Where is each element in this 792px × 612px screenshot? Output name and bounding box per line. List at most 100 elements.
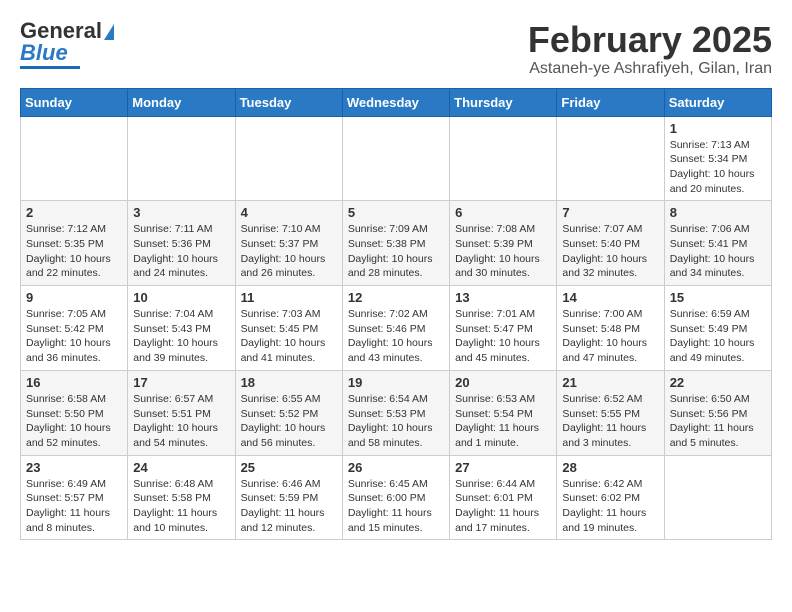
calendar-cell: [235, 116, 342, 201]
day-number: 10: [133, 290, 229, 305]
calendar-cell: [21, 116, 128, 201]
day-info: Sunrise: 7:05 AM Sunset: 5:42 PM Dayligh…: [26, 307, 122, 366]
calendar-cell: 19Sunrise: 6:54 AM Sunset: 5:53 PM Dayli…: [342, 370, 449, 455]
calendar-week-1: 1 Sunrise: 7:13 AM Sunset: 5:34 PM Daylig…: [21, 116, 772, 201]
day-info: Sunrise: 6:48 AM Sunset: 5:58 PM Dayligh…: [133, 477, 229, 536]
day-number: 25: [241, 460, 337, 475]
day-number: 14: [562, 290, 658, 305]
calendar-week-2: 2 Sunrise: 7:12 AM Sunset: 5:35 PM Daylig…: [21, 201, 772, 286]
calendar-cell: 16 Sunrise: 6:58 AM Sunset: 5:50 PM Dayli…: [21, 370, 128, 455]
day-info: Sunrise: 6:42 AM Sunset: 6:02 PM Dayligh…: [562, 477, 658, 536]
calendar-cell: 25 Sunrise: 6:46 AM Sunset: 5:59 PM Dayli…: [235, 455, 342, 540]
day-number: 9: [26, 290, 122, 305]
calendar-cell: [557, 116, 664, 201]
day-number: 23: [26, 460, 122, 475]
day-number: 1: [670, 121, 766, 136]
calendar-cell: 24 Sunrise: 6:48 AM Sunset: 5:58 PM Dayli…: [128, 455, 235, 540]
day-info: Sunrise: 6:55 AM Sunset: 5:52 PM Dayligh…: [241, 392, 337, 451]
day-number: 26: [348, 460, 444, 475]
day-number: 7: [562, 205, 658, 220]
day-info: Sunrise: 7:07 AM Sunset: 5:40 PM Dayligh…: [562, 222, 658, 281]
calendar-cell: 7 Sunrise: 7:07 AM Sunset: 5:40 PM Daylig…: [557, 201, 664, 286]
calendar-cell: 23 Sunrise: 6:49 AM Sunset: 5:57 PM Dayli…: [21, 455, 128, 540]
day-info: Sunrise: 7:11 AM Sunset: 5:36 PM Dayligh…: [133, 222, 229, 281]
calendar-cell: 27 Sunrise: 6:44 AM Sunset: 6:01 PM Dayli…: [450, 455, 557, 540]
day-number: 27: [455, 460, 551, 475]
calendar-cell: 17Sunrise: 6:57 AM Sunset: 5:51 PM Dayli…: [128, 370, 235, 455]
weekday-header-monday: Monday: [128, 88, 235, 116]
calendar-week-3: 9 Sunrise: 7:05 AM Sunset: 5:42 PM Daylig…: [21, 286, 772, 371]
day-number: 11: [241, 290, 337, 305]
day-number: 20: [455, 375, 551, 390]
day-info: Sunrise: 7:12 AM Sunset: 5:35 PM Dayligh…: [26, 222, 122, 281]
day-info: Sunrise: 6:45 AM Sunset: 6:00 PM Dayligh…: [348, 477, 444, 536]
weekday-header-wednesday: Wednesday: [342, 88, 449, 116]
calendar-cell: 26 Sunrise: 6:45 AM Sunset: 6:00 PM Dayli…: [342, 455, 449, 540]
day-info: Sunrise: 6:58 AM Sunset: 5:50 PM Dayligh…: [26, 392, 122, 451]
day-info: Sunrise: 7:01 AM Sunset: 5:47 PM Dayligh…: [455, 307, 551, 366]
title-block: February 2025 Astaneh-ye Ashrafiyeh, Gil…: [528, 20, 772, 78]
page-header: General Blue February 2025 Astaneh-ye As…: [20, 20, 772, 78]
day-info: Sunrise: 6:59 AM Sunset: 5:49 PM Dayligh…: [670, 307, 766, 366]
day-number: 21: [562, 375, 658, 390]
calendar-header-row: SundayMondayTuesdayWednesdayThursdayFrid…: [21, 88, 772, 116]
logo-underline: [20, 66, 80, 69]
calendar-cell: [128, 116, 235, 201]
calendar-cell: 10 Sunrise: 7:04 AM Sunset: 5:43 PM Dayli…: [128, 286, 235, 371]
day-number: 13: [455, 290, 551, 305]
calendar-cell: 5Sunrise: 7:09 AM Sunset: 5:38 PM Daylig…: [342, 201, 449, 286]
calendar-cell: 6 Sunrise: 7:08 AM Sunset: 5:39 PM Daylig…: [450, 201, 557, 286]
day-info: Sunrise: 6:49 AM Sunset: 5:57 PM Dayligh…: [26, 477, 122, 536]
calendar-week-4: 16 Sunrise: 6:58 AM Sunset: 5:50 PM Dayli…: [21, 370, 772, 455]
day-info: Sunrise: 7:10 AM Sunset: 5:37 PM Dayligh…: [241, 222, 337, 281]
day-number: 2: [26, 205, 122, 220]
day-info: Sunrise: 6:46 AM Sunset: 5:59 PM Dayligh…: [241, 477, 337, 536]
day-info: Sunrise: 6:53 AM Sunset: 5:54 PM Dayligh…: [455, 392, 551, 451]
calendar-week-5: 23 Sunrise: 6:49 AM Sunset: 5:57 PM Dayli…: [21, 455, 772, 540]
day-number: 15: [670, 290, 766, 305]
day-info: Sunrise: 7:00 AM Sunset: 5:48 PM Dayligh…: [562, 307, 658, 366]
calendar-cell: 18 Sunrise: 6:55 AM Sunset: 5:52 PM Dayli…: [235, 370, 342, 455]
weekday-header-sunday: Sunday: [21, 88, 128, 116]
day-info: Sunrise: 7:04 AM Sunset: 5:43 PM Dayligh…: [133, 307, 229, 366]
day-info: Sunrise: 6:44 AM Sunset: 6:01 PM Dayligh…: [455, 477, 551, 536]
day-number: 4: [241, 205, 337, 220]
day-info: Sunrise: 7:03 AM Sunset: 5:45 PM Dayligh…: [241, 307, 337, 366]
logo: General Blue: [20, 20, 114, 69]
day-info: Sunrise: 7:09 AM Sunset: 5:38 PM Dayligh…: [348, 222, 444, 281]
weekday-header-thursday: Thursday: [450, 88, 557, 116]
calendar-cell: [664, 455, 771, 540]
logo-blue-text: Blue: [20, 42, 68, 64]
day-number: 24: [133, 460, 229, 475]
calendar-cell: 8 Sunrise: 7:06 AM Sunset: 5:41 PM Daylig…: [664, 201, 771, 286]
calendar-cell: [450, 116, 557, 201]
logo-text: General: [20, 20, 114, 42]
month-title: February 2025: [528, 20, 772, 60]
weekday-header-tuesday: Tuesday: [235, 88, 342, 116]
location-title: Astaneh-ye Ashrafiyeh, Gilan, Iran: [528, 60, 772, 78]
calendar-cell: [342, 116, 449, 201]
day-number: 22: [670, 375, 766, 390]
calendar-cell: 20 Sunrise: 6:53 AM Sunset: 5:54 PM Dayli…: [450, 370, 557, 455]
day-info: Sunrise: 6:54 AM Sunset: 5:53 PM Dayligh…: [348, 392, 444, 451]
calendar-cell: 9 Sunrise: 7:05 AM Sunset: 5:42 PM Daylig…: [21, 286, 128, 371]
calendar-cell: 2 Sunrise: 7:12 AM Sunset: 5:35 PM Daylig…: [21, 201, 128, 286]
day-number: 12: [348, 290, 444, 305]
day-number: 6: [455, 205, 551, 220]
day-info: Sunrise: 7:06 AM Sunset: 5:41 PM Dayligh…: [670, 222, 766, 281]
day-info: Sunrise: 7:08 AM Sunset: 5:39 PM Dayligh…: [455, 222, 551, 281]
day-info: Sunrise: 7:13 AM Sunset: 5:34 PM Dayligh…: [670, 138, 766, 197]
day-number: 28: [562, 460, 658, 475]
day-number: 8: [670, 205, 766, 220]
calendar-table: SundayMondayTuesdayWednesdayThursdayFrid…: [20, 88, 772, 541]
day-number: 16: [26, 375, 122, 390]
day-info: Sunrise: 6:57 AM Sunset: 5:51 PM Dayligh…: [133, 392, 229, 451]
day-number: 18: [241, 375, 337, 390]
weekday-header-friday: Friday: [557, 88, 664, 116]
day-info: Sunrise: 6:52 AM Sunset: 5:55 PM Dayligh…: [562, 392, 658, 451]
calendar-cell: 1 Sunrise: 7:13 AM Sunset: 5:34 PM Daylig…: [664, 116, 771, 201]
calendar-cell: 22Sunrise: 6:50 AM Sunset: 5:56 PM Dayli…: [664, 370, 771, 455]
calendar-cell: 12Sunrise: 7:02 AM Sunset: 5:46 PM Dayli…: [342, 286, 449, 371]
calendar-cell: 3Sunrise: 7:11 AM Sunset: 5:36 PM Daylig…: [128, 201, 235, 286]
calendar-cell: 28 Sunrise: 6:42 AM Sunset: 6:02 PM Dayli…: [557, 455, 664, 540]
